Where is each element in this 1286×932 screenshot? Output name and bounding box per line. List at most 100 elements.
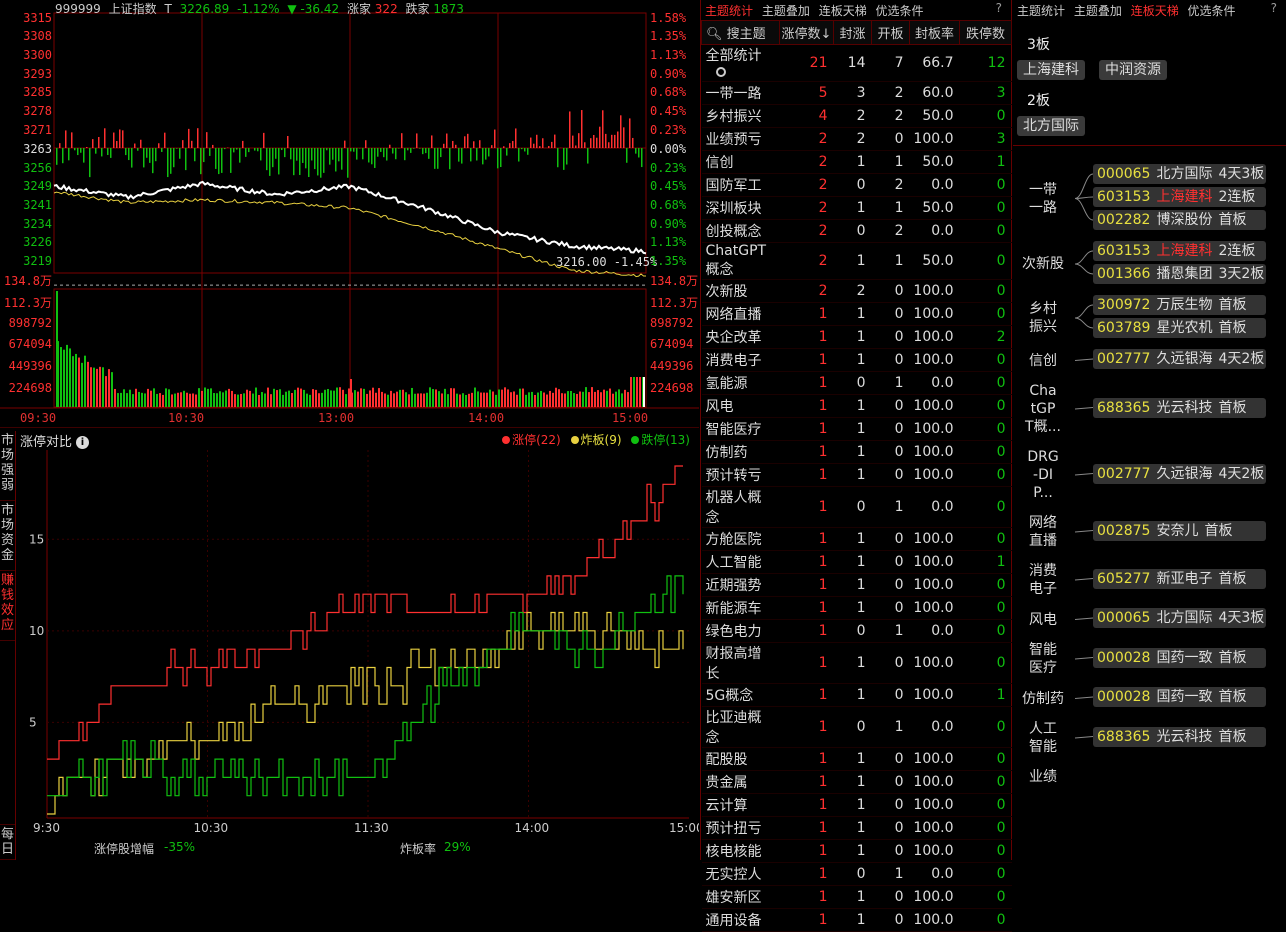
ladder-stock[interactable]: 000065北方国际4天3板: [1093, 164, 1266, 184]
table-row[interactable]: 仿制药110100.00: [702, 441, 1012, 464]
legend-bomb[interactable]: 炸板(9): [571, 433, 622, 447]
ladder-stock[interactable]: 002777久远银海4天2板: [1093, 464, 1266, 484]
table-row[interactable]: 5G概念110100.01: [702, 684, 1012, 707]
ladder-theme-label[interactable]: 智能 医疗: [1013, 641, 1073, 677]
ladder-stock[interactable]: 000065北方国际4天3板: [1093, 608, 1266, 628]
ladder-stock[interactable]: 002282博深股份首板: [1093, 210, 1266, 230]
table-row[interactable]: 人工智能110100.01: [702, 551, 1012, 574]
ladder-theme-label[interactable]: 网络 直播: [1013, 514, 1073, 550]
col-limit-up[interactable]: 涨停数↓: [780, 21, 834, 45]
chip-stock[interactable]: 中润资源: [1099, 60, 1167, 80]
ladder-stock[interactable]: 603789星光农机首板: [1093, 318, 1266, 338]
right-tab-conditions[interactable]: 优选条件: [1188, 4, 1236, 18]
intraday-chart[interactable]: 3216.00 -1.45% 999999 上证指数 T 3226.89 -1.…: [0, 0, 699, 428]
ladder-stock[interactable]: 603153上海建科2连板: [1093, 187, 1266, 207]
ladder-theme-label[interactable]: 一带 一路: [1013, 181, 1073, 217]
info-icon[interactable]: i: [76, 436, 89, 449]
ladder-theme-label[interactable]: 信创: [1013, 352, 1073, 370]
col-sealed[interactable]: 封涨: [834, 21, 872, 45]
table-row[interactable]: 贵金属110100.00: [702, 771, 1012, 794]
table-row[interactable]: 网络直播110100.00: [702, 303, 1012, 326]
chip-stock[interactable]: 上海建科: [1017, 60, 1085, 80]
ladder-stock[interactable]: 688365光云科技首板: [1093, 398, 1266, 418]
table-row[interactable]: 深圳板块21150.00: [702, 197, 1012, 220]
cell-opened: 1: [872, 863, 910, 886]
table-row[interactable]: 雄安新区110100.00: [702, 886, 1012, 909]
right-tab-theme-overlay[interactable]: 主题叠加: [1074, 4, 1122, 18]
table-row[interactable]: 云计算110100.00: [702, 794, 1012, 817]
table-row[interactable]: 创投概念2020.00: [702, 220, 1012, 243]
table-row[interactable]: 绿色电力1010.00: [702, 620, 1012, 643]
vtab-market-capital[interactable]: 市场资金: [0, 501, 15, 571]
volume-bar: [519, 389, 521, 407]
ladder-stock[interactable]: 605277新亚电子首板: [1093, 569, 1266, 589]
col-limit-down[interactable]: 跌停数: [960, 21, 1012, 45]
ladder-theme-label[interactable]: 业绩: [1013, 768, 1073, 786]
ladder-stock[interactable]: 002875安奈儿首板: [1093, 521, 1266, 541]
ladder-stock[interactable]: 001366播恩集团3天2板: [1093, 264, 1266, 284]
table-row[interactable]: 比亚迪概念1010.00: [702, 707, 1012, 748]
ladder-theme-label[interactable]: DRG -DI P...: [1013, 448, 1073, 502]
table-row[interactable]: 一带一路53260.03: [702, 82, 1012, 105]
legend-limit-down[interactable]: 跌停(13): [631, 433, 690, 447]
volume-bar: [192, 393, 194, 407]
legend-limit-up[interactable]: 涨停(22): [502, 433, 561, 447]
table-row[interactable]: 机器人概念1010.00: [702, 487, 1012, 528]
table-row[interactable]: 新能源车110100.00: [702, 597, 1012, 620]
price-tick-right: 0.68%: [650, 198, 686, 212]
col-opened[interactable]: 开板: [872, 21, 910, 45]
vtab-profit-effect[interactable]: 赚钱效应: [0, 571, 15, 641]
settings-circle-icon[interactable]: [716, 67, 726, 77]
table-row[interactable]: 国防军工2020.00: [702, 174, 1012, 197]
ladder-theme-label[interactable]: 人工 智能: [1013, 720, 1073, 756]
mid-tab-theme-stats[interactable]: 主题统计: [705, 4, 753, 18]
table-row[interactable]: 预计转亏110100.00: [702, 464, 1012, 487]
table-row[interactable]: 消费电子110100.00: [702, 349, 1012, 372]
ladder-theme-label[interactable]: Cha tGP T概...: [1013, 382, 1073, 436]
help-icon-right[interactable]: ?: [1271, 1, 1277, 15]
ladder-stock[interactable]: 688365光云科技首板: [1093, 727, 1266, 747]
table-row[interactable]: ChatGPT概念21150.00: [702, 243, 1012, 280]
vtab-market-strength[interactable]: 市场强弱: [0, 431, 15, 501]
right-tab-ladder[interactable]: 连板天梯: [1131, 4, 1179, 18]
table-row[interactable]: 次新股220100.00: [702, 280, 1012, 303]
compare-chart[interactable]: 510159:3010:3011:3014:0015:00: [17, 450, 699, 840]
ladder-stock[interactable]: 300972万辰生物首板: [1093, 295, 1266, 315]
table-row[interactable]: 信创21150.01: [702, 151, 1012, 174]
chip-stock[interactable]: 北方国际: [1017, 116, 1085, 136]
ladder-theme-label[interactable]: 乡村 振兴: [1013, 300, 1073, 336]
search-theme[interactable]: 🔍︎ 搜主题: [702, 21, 780, 45]
mid-tab-theme-overlay[interactable]: 主题叠加: [762, 4, 810, 18]
table-row[interactable]: 无实控人1010.00: [702, 863, 1012, 886]
stock-code: 002777: [1097, 466, 1150, 482]
table-row[interactable]: 核电核能110100.00: [702, 840, 1012, 863]
table-row[interactable]: 预计扭亏110100.00: [702, 817, 1012, 840]
table-row[interactable]: 通用设备110100.00: [702, 909, 1012, 932]
table-row[interactable]: 配股股110100.00: [702, 748, 1012, 771]
ladder-stock[interactable]: 000028国药一致首板: [1093, 648, 1266, 668]
table-row-total[interactable]: 全部统计 21 14 7 66.7 12: [702, 45, 1012, 82]
table-row[interactable]: 财报高增长110100.00: [702, 643, 1012, 684]
table-row[interactable]: 方舱医院110100.00: [702, 528, 1012, 551]
ladder-stock[interactable]: 000028国药一致首板: [1093, 687, 1266, 707]
table-row[interactable]: 乡村振兴42250.00: [702, 105, 1012, 128]
table-row[interactable]: 业绩预亏220100.03: [702, 128, 1012, 151]
ladder-stock[interactable]: 002777久远银海4天2板: [1093, 349, 1266, 369]
ladder-theme-label[interactable]: 仿制药: [1013, 690, 1073, 708]
table-row[interactable]: 氢能源1010.00: [702, 372, 1012, 395]
table-row[interactable]: 央企改革110100.02: [702, 326, 1012, 349]
mid-tab-conditions[interactable]: 优选条件: [876, 4, 924, 18]
col-seal-rate[interactable]: 封板率: [910, 21, 960, 45]
breadth-down-bar: [176, 148, 178, 149]
ladder-theme-label[interactable]: 消费 电子: [1013, 562, 1073, 598]
mid-tab-ladder[interactable]: 连板天梯: [819, 4, 867, 18]
help-icon[interactable]: ?: [996, 1, 1002, 15]
table-row[interactable]: 风电110100.00: [702, 395, 1012, 418]
ladder-theme-label[interactable]: 次新股: [1013, 255, 1073, 273]
ladder-theme-label[interactable]: 风电: [1013, 611, 1073, 629]
cell-sealed: 1: [834, 748, 872, 771]
table-row[interactable]: 智能医疗110100.00: [702, 418, 1012, 441]
right-tab-theme-stats[interactable]: 主题统计: [1017, 4, 1065, 18]
ladder-stock[interactable]: 603153上海建科2连板: [1093, 241, 1266, 261]
table-row[interactable]: 近期强势110100.00: [702, 574, 1012, 597]
